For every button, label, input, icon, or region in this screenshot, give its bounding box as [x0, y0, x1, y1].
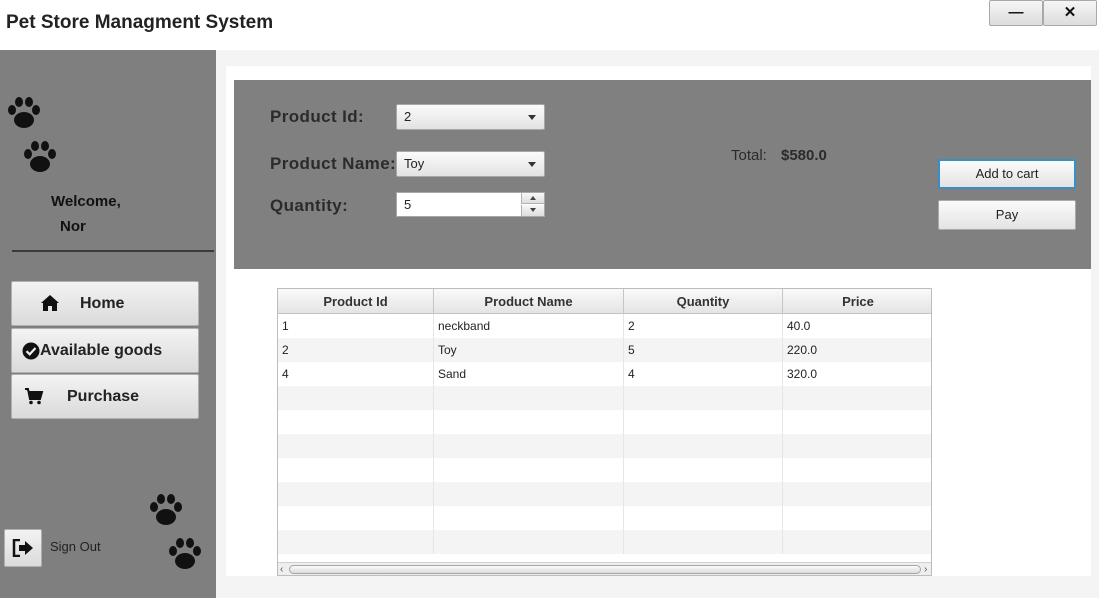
sign-out-button[interactable]	[4, 529, 42, 567]
close-button[interactable]: ✕	[1043, 0, 1097, 26]
product-name-combo[interactable]: Toy	[396, 151, 545, 177]
product-id-value: 2	[404, 109, 412, 124]
cell-product-name: Sand	[434, 362, 624, 386]
cell-product-id: 2	[278, 338, 434, 362]
chevron-down-icon	[528, 162, 536, 167]
spinner-decrement-button[interactable]	[521, 205, 544, 216]
app-title: Pet Store Managment System	[6, 12, 274, 33]
table-row[interactable]: 1 neckband 2 40.0	[278, 314, 931, 338]
cell-product-name: Toy	[434, 338, 624, 362]
table-row[interactable]: 4 Sand 4 320.0	[278, 362, 931, 386]
cell-price: 40.0	[783, 314, 931, 338]
nav-available-goods-label: Available goods	[40, 341, 163, 359]
nav-available-goods-button[interactable]: Available goods	[11, 328, 199, 373]
product-name-value: Toy	[404, 156, 425, 171]
product-name-label: Product Name:	[270, 154, 397, 173]
empty-row	[278, 458, 931, 482]
scroll-right-icon[interactable]: ›	[924, 563, 927, 575]
nav-purchase-button[interactable]: Purchase	[11, 374, 199, 419]
nav-home-label: Home	[80, 294, 125, 312]
cell-quantity: 5	[624, 338, 783, 362]
quantity-spinner[interactable]: 5	[396, 192, 545, 217]
quantity-value: 5	[404, 197, 412, 212]
column-header-product-id[interactable]: Product Id	[278, 289, 434, 314]
nav-purchase-label: Purchase	[67, 387, 140, 405]
quantity-label: Quantity:	[270, 196, 349, 215]
nav-home-button[interactable]: Home	[11, 281, 199, 326]
sidebar-divider	[12, 250, 214, 252]
home-icon	[41, 295, 59, 311]
cell-price: 320.0	[783, 362, 931, 386]
horizontal-scrollbar[interactable]: ‹ ›	[278, 562, 931, 575]
cell-quantity: 4	[624, 362, 783, 386]
sign-out-icon	[12, 539, 33, 557]
paw-icon	[24, 141, 56, 172]
empty-row	[278, 434, 931, 458]
minimize-button[interactable]: —	[989, 0, 1043, 26]
product-id-combo[interactable]: 2	[396, 104, 545, 130]
empty-row	[278, 506, 931, 530]
username-label: Nor	[60, 218, 86, 235]
paw-icon	[169, 538, 201, 569]
welcome-label: Welcome,	[51, 193, 121, 210]
paw-icon	[8, 97, 40, 128]
cart-table[interactable]: Product Id Product Name Quantity Price 1…	[277, 288, 932, 576]
cell-price: 220.0	[783, 338, 931, 362]
sign-out-label: Sign Out	[50, 539, 101, 554]
table-row[interactable]: 2 Toy 5 220.0	[278, 338, 931, 362]
spinner-increment-button[interactable]	[521, 193, 544, 204]
cart-icon	[25, 388, 44, 405]
add-to-cart-button[interactable]: Add to cart	[938, 159, 1076, 189]
check-circle-icon	[22, 342, 40, 360]
total-value: $580.0	[781, 147, 827, 164]
empty-row	[278, 482, 931, 506]
column-header-price[interactable]: Price	[783, 289, 931, 314]
pay-button[interactable]: Pay	[938, 200, 1076, 230]
column-header-product-name[interactable]: Product Name	[434, 289, 624, 314]
title-bar: Pet Store Managment System	[0, 0, 1099, 50]
scroll-left-icon[interactable]: ‹	[280, 563, 283, 575]
table-header: Product Id Product Name Quantity Price	[278, 289, 931, 314]
cell-product-id: 1	[278, 314, 434, 338]
product-id-label: Product Id:	[270, 107, 365, 126]
arrow-down-icon	[530, 208, 536, 212]
total-label: Total:	[731, 147, 767, 164]
empty-row	[278, 410, 931, 434]
cell-product-name: neckband	[434, 314, 624, 338]
column-header-quantity[interactable]: Quantity	[624, 289, 783, 314]
empty-row	[278, 530, 931, 554]
empty-row	[278, 386, 931, 410]
cell-product-id: 4	[278, 362, 434, 386]
scrollbar-thumb[interactable]	[289, 565, 921, 574]
chevron-down-icon	[528, 115, 536, 120]
cell-quantity: 2	[624, 314, 783, 338]
paw-icon	[150, 494, 182, 525]
arrow-up-icon	[530, 196, 536, 200]
